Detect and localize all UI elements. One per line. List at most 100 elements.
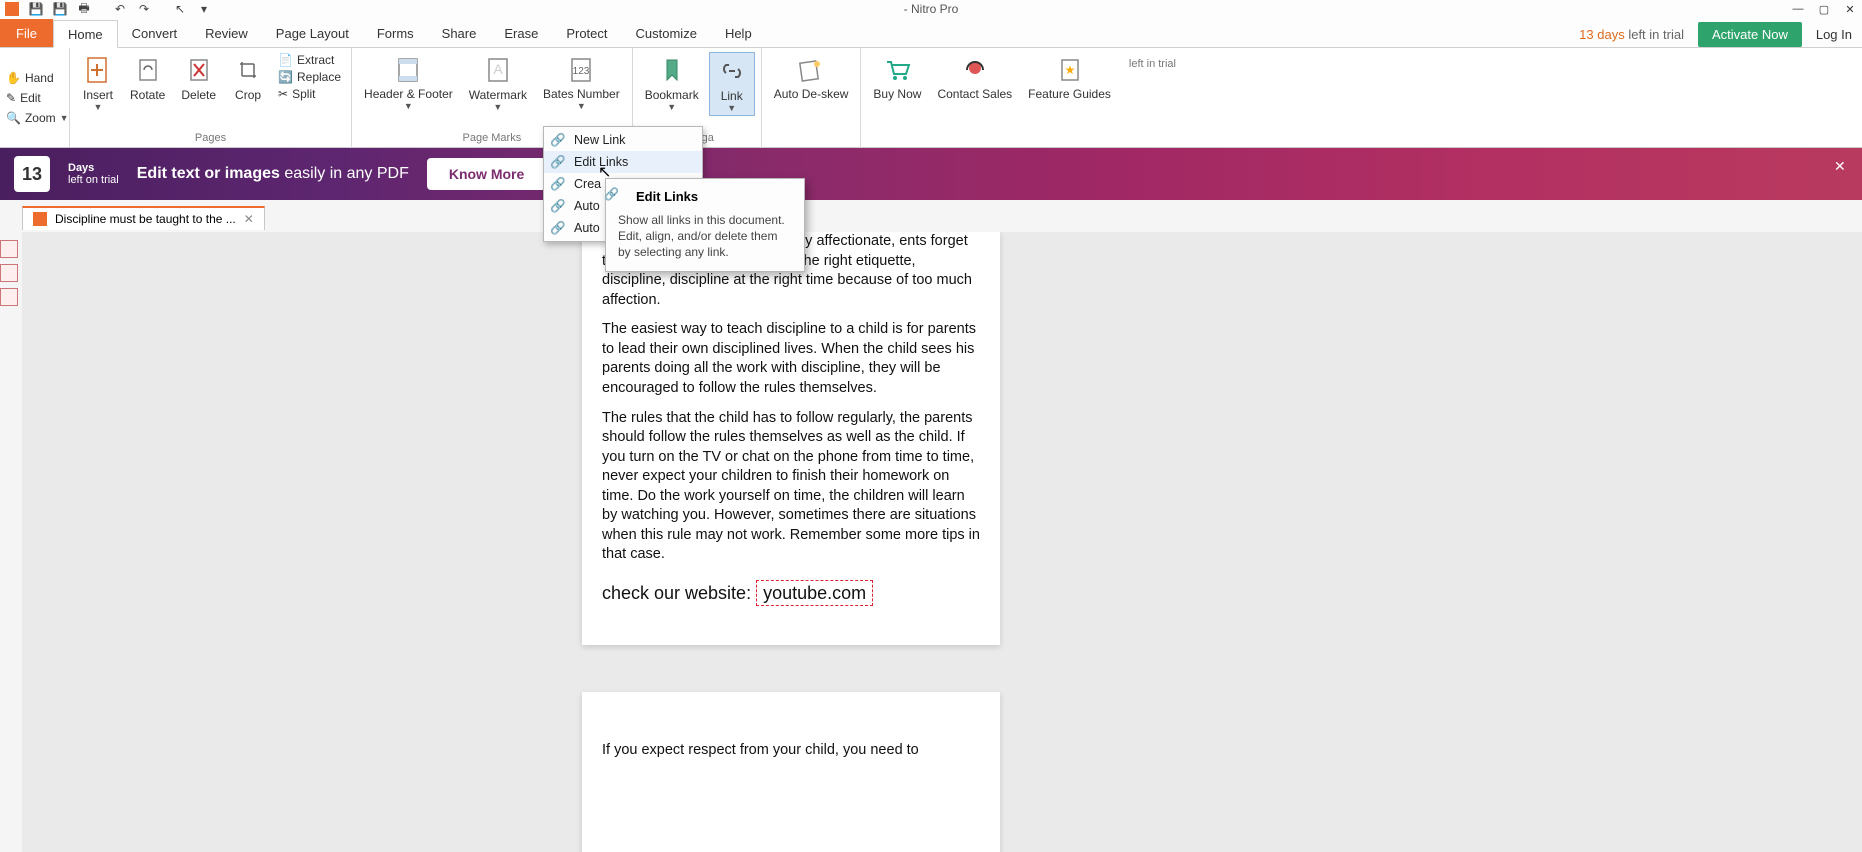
paragraph: The easiest way to teach discipline to a… <box>602 320 980 398</box>
title-bar: 💾 💾 🖶 ↶ ↷ ↖ ▾ - Nitro Pro — ▢ ✕ <box>0 0 1862 18</box>
auto-deskew-button[interactable]: Auto De-skew <box>768 52 855 103</box>
crop-icon <box>232 54 264 86</box>
cart-icon <box>881 54 913 86</box>
edit-tool[interactable]: ✎Edit <box>6 89 63 107</box>
maximize-button[interactable]: ▢ <box>1812 1 1836 17</box>
headset-icon <box>959 54 991 86</box>
activate-button[interactable]: Activate Now <box>1698 22 1802 47</box>
tab-help[interactable]: Help <box>711 19 766 47</box>
bookmark-icon <box>656 54 688 86</box>
replace-icon: 🔄 <box>278 70 293 84</box>
close-tab-button[interactable]: ✕ <box>244 212 254 226</box>
deskew-icon <box>795 54 827 86</box>
right-header: 13 days left in trial Activate Now Log I… <box>1579 22 1852 47</box>
promo-days-number: 13 <box>14 156 50 192</box>
document-viewport[interactable]: ild is very affectionate, ents forget th… <box>22 232 1862 852</box>
link-icon: 🔗 <box>550 132 566 148</box>
feature-guides-button[interactable]: ★Feature Guides <box>1022 52 1117 103</box>
tooltip-body: Show all links in this document. Edit, a… <box>618 212 792 261</box>
file-tab[interactable]: File <box>0 19 53 47</box>
bates-icon: 123 <box>565 54 597 86</box>
sidebar-panel-3[interactable] <box>0 288 18 306</box>
login-button[interactable]: Log In <box>1816 27 1852 42</box>
document-tab[interactable]: Discipline must be taught to the ... ✕ <box>22 206 265 230</box>
tab-protect[interactable]: Protect <box>552 19 621 47</box>
rotate-button[interactable]: Rotate <box>124 52 171 104</box>
window-title: - Nitro Pro <box>904 2 959 16</box>
link-icon: 🔗 <box>550 198 566 214</box>
tab-forms[interactable]: Forms <box>363 19 428 47</box>
star-doc-icon: ★ <box>1054 54 1086 86</box>
insert-icon <box>82 54 114 86</box>
tab-home[interactable]: Home <box>53 20 118 48</box>
chevron-down-icon: ▼ <box>577 101 586 111</box>
menu-edit-links[interactable]: 🔗Edit Links <box>544 151 702 173</box>
crop-button[interactable]: Crop <box>226 52 270 104</box>
print-icon[interactable]: 🖶 <box>74 1 94 17</box>
save-icon[interactable]: 💾 <box>26 1 46 17</box>
contact-sales-button[interactable]: Contact Sales <box>931 52 1018 103</box>
tab-customize[interactable]: Customize <box>622 19 711 47</box>
link-button[interactable]: Link▼ <box>709 52 755 116</box>
close-button[interactable]: ✕ <box>1838 1 1862 17</box>
minimize-button[interactable]: — <box>1786 1 1810 17</box>
ribbon-tabs: File Home Convert Review Page Layout For… <box>0 18 1862 48</box>
extract-button[interactable]: 📄Extract <box>274 52 345 68</box>
tab-review[interactable]: Review <box>191 19 262 47</box>
delete-button[interactable]: Delete <box>175 52 222 104</box>
sidebar <box>0 232 22 306</box>
header-footer-button[interactable]: Header & Footer▼ <box>358 52 459 113</box>
chevron-down-icon: ▼ <box>727 103 736 113</box>
link-annotation[interactable]: youtube.com <box>756 580 873 606</box>
group-pages: Insert▼ Rotate Delete Crop 📄Extract 🔄Rep… <box>70 48 352 148</box>
insert-button[interactable]: Insert▼ <box>76 52 120 114</box>
delete-icon <box>183 54 215 86</box>
buy-now-button[interactable]: Buy Now <box>867 52 927 103</box>
svg-text:★: ★ <box>1064 63 1075 77</box>
undo-icon[interactable]: ↶ <box>110 1 130 17</box>
chevron-down-icon: ▼ <box>493 102 502 112</box>
replace-button[interactable]: 🔄Replace <box>274 69 345 85</box>
trial-left: left in trial <box>1628 27 1684 42</box>
quick-access-toolbar: 💾 💾 🖶 ↶ ↷ ↖ ▾ <box>0 1 214 17</box>
menu-new-link[interactable]: 🔗New Link <box>544 129 702 151</box>
know-more-button[interactable]: Know More <box>427 158 546 190</box>
sidebar-panel-1[interactable] <box>0 240 18 258</box>
split-icon: ✂ <box>278 87 288 101</box>
paragraph: The rules that the child has to follow r… <box>602 409 980 566</box>
rotate-icon <box>132 54 164 86</box>
hand-icon: ✋ <box>6 71 21 85</box>
bates-button[interactable]: 123Bates Number▼ <box>537 52 626 113</box>
tab-share[interactable]: Share <box>428 19 491 47</box>
trial-hint: left in trial <box>1123 54 1182 74</box>
tab-page-layout[interactable]: Page Layout <box>262 19 363 47</box>
sidebar-panel-2[interactable] <box>0 264 18 282</box>
extract-icon: 📄 <box>278 53 293 67</box>
pointer-icon[interactable]: ↖ <box>170 1 190 17</box>
nitro-icon[interactable] <box>2 1 22 17</box>
group-auto-deskew: Auto De-skew <box>762 48 862 148</box>
tooltip: 🔗 Edit Links Show all links in this docu… <box>605 178 805 272</box>
document-tabs: Discipline must be taught to the ... ✕ <box>0 200 1862 230</box>
ribbon-left-tools: ✋Hand ✎Edit 🔍Zoom▼ <box>0 48 70 147</box>
redo-icon[interactable]: ↷ <box>134 1 154 17</box>
split-button[interactable]: ✂Split <box>274 86 345 102</box>
trial-days: 13 days <box>1579 27 1625 42</box>
svg-text:A: A <box>493 61 503 77</box>
tab-erase[interactable]: Erase <box>490 19 552 47</box>
pdf-page-1: ild is very affectionate, ents forget th… <box>582 232 1000 645</box>
save-all-icon[interactable]: 💾 <box>50 1 70 17</box>
zoom-icon: 🔍 <box>6 111 21 125</box>
tab-convert[interactable]: Convert <box>118 19 192 47</box>
promo-close-button[interactable]: ✕ <box>1834 158 1852 176</box>
zoom-tool[interactable]: 🔍Zoom▼ <box>6 109 63 127</box>
chevron-down-icon: ▼ <box>404 101 413 111</box>
hand-tool[interactable]: ✋Hand <box>6 69 63 87</box>
link-icon: 🔗 <box>604 187 619 201</box>
bookmark-button[interactable]: Bookmark▼ <box>639 52 705 114</box>
select-dropdown-icon[interactable]: ▾ <box>194 1 214 17</box>
link-icon: 🔗 <box>550 220 566 236</box>
watermark-button[interactable]: AWatermark▼ <box>463 52 533 114</box>
paragraph: If you expect respect from your child, y… <box>602 742 980 758</box>
watermark-icon: A <box>482 54 514 86</box>
